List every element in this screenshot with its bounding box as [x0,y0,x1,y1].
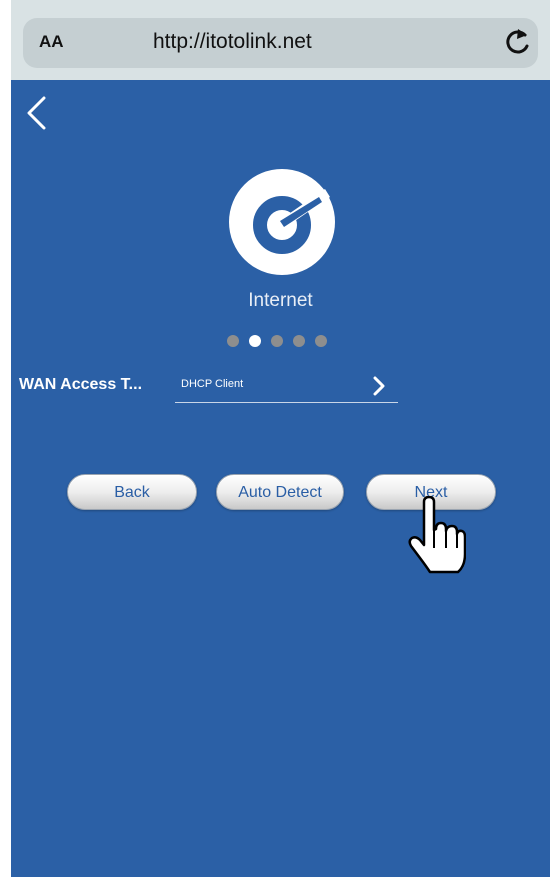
wan-select-underline [175,402,398,403]
reload-icon[interactable] [503,26,533,58]
step-dot-active [249,335,261,347]
section-title: Internet [248,290,313,311]
step-dot [293,335,305,347]
wan-access-label: WAN Access T... [19,376,143,393]
step-dot [227,335,239,347]
step-indicator [227,335,337,347]
chevron-right-icon[interactable] [372,376,386,396]
url-text[interactable]: http://itotolink.net [153,30,312,54]
auto-detect-button[interactable]: Auto Detect [216,474,344,510]
step-dot [315,335,327,347]
hand-cursor-icon [408,496,466,574]
browser-toolbar: AA http://itotolink.net [11,0,550,80]
wan-access-select[interactable]: DHCP Client [181,378,243,390]
text-size-button[interactable]: AA [39,32,64,52]
step-dot [271,335,283,347]
chevron-left-icon[interactable] [24,95,50,131]
phone-screen: AA http://itotolink.net Internet WAN Acc… [11,0,550,877]
back-button[interactable]: Back [67,474,197,510]
internet-logo-icon [229,169,335,275]
